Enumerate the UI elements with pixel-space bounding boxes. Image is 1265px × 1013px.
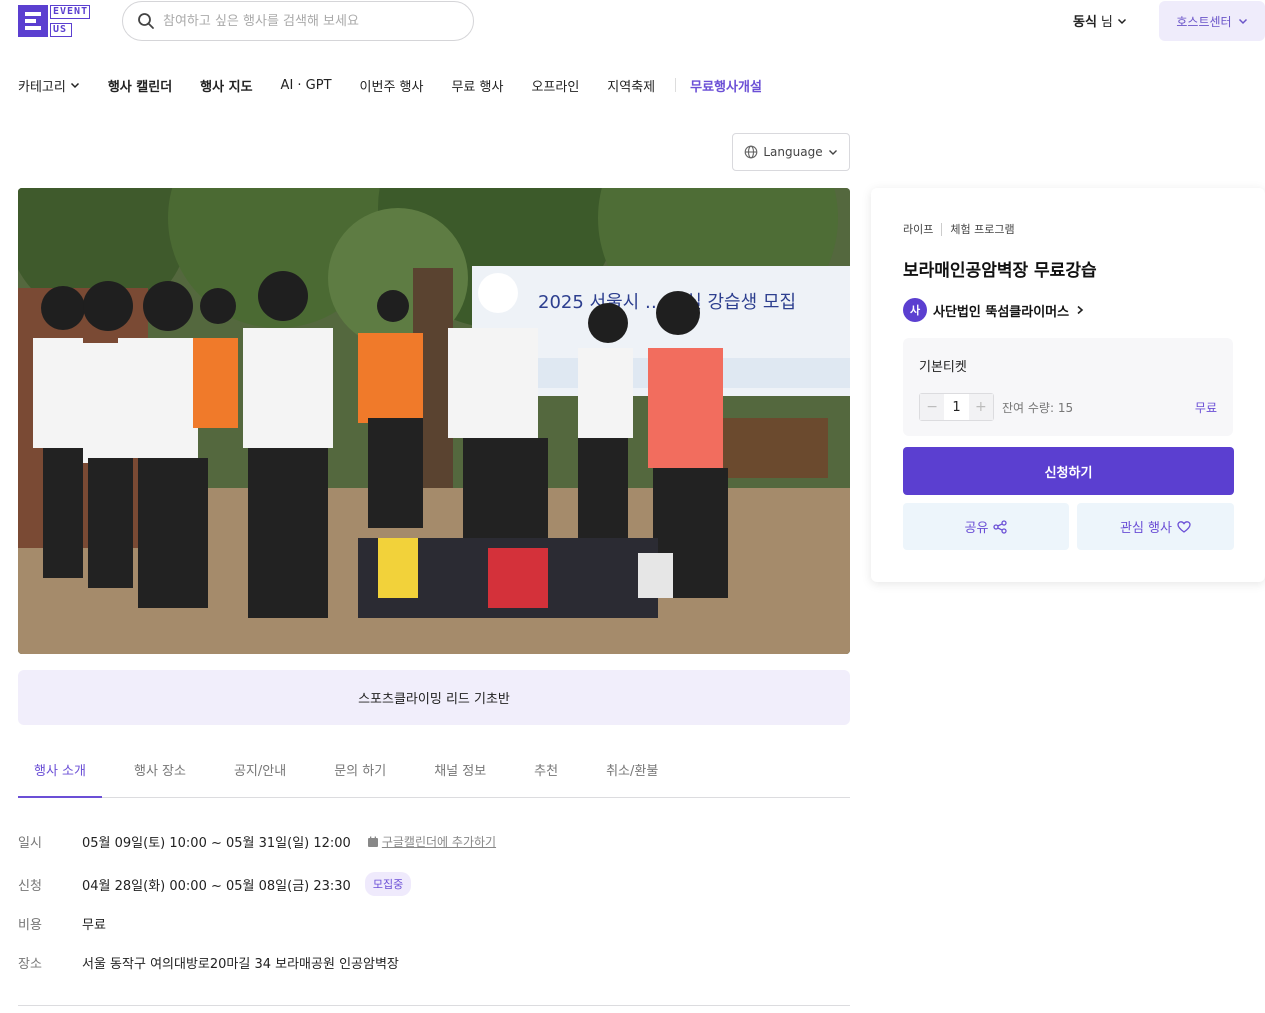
tab-recommend[interactable]: 추천	[518, 755, 574, 798]
organizer-name: 사단법인 뚝섬클라이머스	[933, 304, 1070, 320]
language-selector[interactable]: Language	[732, 133, 850, 171]
info-row-cost: 비용 무료	[18, 914, 106, 933]
share-button[interactable]: 공유	[903, 503, 1069, 550]
category-secondary[interactable]: 체험 프로그램	[950, 221, 1014, 237]
date-value: 05월 09일(토) 10:00 ~ 05월 31일(일) 12:00	[82, 836, 351, 851]
organizer-link[interactable]: 사 사단법인 뚝섬클라이머스	[903, 298, 1085, 322]
cost-label: 비용	[18, 918, 42, 933]
user-menu[interactable]: 동식 님	[1073, 11, 1127, 30]
info-row-date: 일시 05월 09일(토) 10:00 ~ 05월 31일(일) 12:00 구…	[18, 832, 496, 851]
tab-refund[interactable]: 취소/환불	[590, 755, 674, 798]
event-caption: 스포츠클라이밍 리드 기초반	[18, 670, 850, 725]
chevron-down-icon	[828, 150, 837, 155]
logo-line-1: EVENT	[50, 5, 90, 19]
status-badge: 모집중	[364, 872, 412, 896]
quantity-stepper: − 1 +	[919, 393, 994, 421]
category-primary[interactable]: 라이프	[903, 221, 933, 237]
logo-text: EVENT US	[48, 5, 90, 37]
nav-category[interactable]: 카테고리	[18, 76, 80, 95]
ticket-box: 기본티켓 − 1 + 잔여 수량: 15 무료	[903, 338, 1233, 436]
quantity-value: 1	[952, 399, 961, 415]
logo-mark	[18, 5, 48, 37]
cost-value: 무료	[82, 918, 106, 933]
google-calendar-label: 구글캘린더에 추가하기	[381, 835, 497, 849]
info-row-apply: 신청 04월 28일(화) 00:00 ~ 05월 08일(금) 23:30 모…	[18, 872, 412, 896]
nav-create-free-event[interactable]: 무료행사개설	[690, 76, 762, 95]
organizer-avatar: 사	[903, 298, 927, 322]
calendar-icon	[367, 836, 378, 847]
nav-free-events[interactable]: 무료 행사	[451, 76, 503, 95]
nav-ai-gpt[interactable]: AI · GPT	[281, 78, 332, 93]
tab-location[interactable]: 행사 장소	[118, 755, 202, 798]
search-box[interactable]	[122, 1, 474, 41]
plus-button[interactable]: +	[968, 394, 993, 420]
event-photo-illustration: 2025 서울시 … 교실 강습생 모집	[18, 188, 850, 654]
nav-category-label: 카테고리	[18, 79, 66, 95]
event-title: 보라매인공암벽장 무료강습	[903, 261, 1097, 281]
nav-event-calendar[interactable]: 행사 캘린더	[108, 76, 172, 95]
category-breadcrumb: 라이프 체험 프로그램	[903, 221, 1015, 237]
place-value: 서울 동작구 여의대방로20마길 34 보라매공원 인공암벽장	[82, 957, 399, 972]
nav-divider	[675, 78, 677, 92]
nav-local-festival[interactable]: 지역축제	[607, 76, 655, 95]
google-calendar-link[interactable]: 구글캘린더에 추가하기	[367, 833, 496, 850]
tab-inquiry[interactable]: 문의 하기	[318, 755, 402, 798]
place-label: 장소	[18, 957, 42, 972]
search-icon	[138, 13, 154, 29]
logo-line-2: US	[50, 23, 72, 37]
chevron-right-icon	[1077, 305, 1084, 315]
user-name: 동식	[1073, 15, 1097, 30]
chevron-down-icon	[70, 82, 79, 89]
heart-icon	[1177, 520, 1191, 533]
ticket-name: 기본티켓	[919, 360, 967, 375]
tab-channel[interactable]: 채널 정보	[418, 755, 502, 798]
minus-button[interactable]: −	[920, 394, 945, 420]
share-label: 공유	[964, 521, 989, 536]
share-icon	[993, 519, 1008, 534]
detail-tabs: 행사 소개 행사 장소 공지/안내 문의 하기 채널 정보 추천 취소/환불	[18, 755, 850, 798]
section-divider	[18, 1005, 850, 1006]
apply-label: 신청	[18, 878, 42, 894]
remaining-count: 잔여 수량: 15	[1002, 401, 1074, 415]
search-input[interactable]	[163, 13, 453, 29]
tab-notice[interactable]: 공지/안내	[218, 755, 302, 798]
host-center-label: 호스트센터	[1176, 14, 1232, 29]
main-nav: 카테고리 행사 캘린더 행사 지도 AI · GPT 이번주 행사 무료 행사 …	[18, 75, 790, 95]
host-center-button[interactable]: 호스트센터	[1159, 1, 1265, 41]
favorite-label: 관심 행사	[1120, 521, 1172, 536]
user-suffix: 님	[1100, 15, 1113, 30]
ticket-price: 무료	[1194, 401, 1217, 415]
nav-event-map[interactable]: 행사 지도	[200, 76, 252, 95]
apply-button[interactable]: 신청하기	[903, 447, 1234, 495]
event-photo: 2025 서울시 … 교실 강습생 모집	[18, 188, 850, 654]
event-summary-card: 라이프 체험 프로그램 보라매인공암벽장 무료강습 사 사단법인 뚝섬클라이머스…	[871, 188, 1265, 582]
nav-offline[interactable]: 오프라인	[531, 76, 579, 95]
globe-icon	[745, 145, 758, 159]
nav-this-week[interactable]: 이번주 행사	[360, 76, 424, 95]
chevron-down-icon	[1117, 18, 1126, 24]
eventus-logo[interactable]: EVENT US	[18, 5, 90, 37]
language-label: Language	[763, 145, 823, 159]
apply-value: 04월 28일(화) 00:00 ~ 05월 08일(금) 23:30	[82, 878, 351, 894]
info-row-place: 장소 서울 동작구 여의대방로20마길 34 보라매공원 인공암벽장	[18, 953, 399, 972]
tab-intro[interactable]: 행사 소개	[18, 755, 102, 798]
chevron-down-icon	[1238, 18, 1247, 25]
breadcrumb-divider	[941, 222, 943, 236]
favorite-button[interactable]: 관심 행사	[1077, 503, 1234, 550]
date-label: 일시	[18, 836, 42, 851]
